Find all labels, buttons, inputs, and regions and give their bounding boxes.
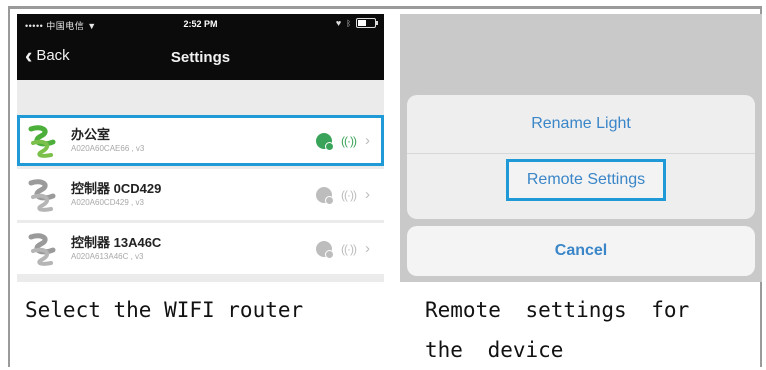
router-icon[interactable]: ((·)): [341, 134, 357, 148]
chevron-right-icon: ›: [365, 186, 370, 203]
device-text: 办公室 A020A60CAE66 , v3: [71, 127, 316, 155]
caption-remote-settings: Remote settings for the device: [425, 298, 690, 362]
device-name: 控制器 13A46C: [71, 234, 162, 250]
navigation-bar: ••••• 中国电信 ▼ 2:52 PM ♥ ᛒ ‹ Back Settings: [17, 14, 384, 80]
device-text: 控制器 13A46C A020A613A46C , v3: [71, 235, 316, 263]
battery-icon: [356, 18, 378, 28]
device-text: 控制器 0CD429 A020A60CD429 , v3: [71, 181, 316, 209]
device-mac: A020A613A46C , v3: [71, 251, 144, 261]
action-sheet-screen: Rename Light Remote Settings Cancel: [400, 14, 762, 282]
row-icons: ((·)) ›: [316, 132, 370, 151]
device-name: 办公室: [71, 126, 111, 142]
image-border-top: [8, 6, 762, 9]
chevron-right-icon: ›: [365, 132, 370, 149]
device-logo-icon: [28, 178, 56, 212]
remote-settings-button[interactable]: Remote Settings: [506, 159, 666, 201]
globe-icon[interactable]: [316, 186, 335, 205]
sheet-divider: [407, 153, 755, 154]
row-icons: ((·)) ›: [316, 240, 370, 259]
router-icon[interactable]: ((·)): [341, 242, 357, 256]
device-mac: A020A60CAE66 , v3: [71, 143, 145, 153]
page-title: Settings: [170, 49, 231, 66]
device-logo-icon: [28, 124, 56, 158]
globe-icon[interactable]: [316, 240, 335, 259]
device-logo-icon: [28, 232, 56, 266]
rename-light-button[interactable]: Rename Light: [407, 115, 755, 133]
bluetooth-icon: ᛒ: [346, 18, 351, 28]
image-border-left: [8, 6, 10, 367]
device-row-office[interactable]: 办公室 A020A60CAE66 , v3 ((·)) ›: [17, 115, 384, 166]
device-row-0cd429[interactable]: 控制器 0CD429 A020A60CD429 , v3 ((·)) ›: [17, 169, 384, 220]
device-row-13a46c[interactable]: 控制器 13A46C A020A613A46C , v3 ((·)) ›: [17, 223, 384, 274]
action-sheet: Rename Light Remote Settings: [407, 95, 755, 219]
router-icon[interactable]: ((·)): [341, 188, 357, 202]
status-time: 2:52 PM: [183, 19, 218, 29]
device-mac: A020A60CD429 , v3: [71, 197, 144, 207]
caption-select-router: Select the WIFI router: [25, 298, 304, 322]
row-icons: ((·)) ›: [316, 186, 370, 205]
device-name: 控制器 0CD429: [71, 180, 162, 196]
device-list: 办公室 A020A60CAE66 , v3 ((·)) › 控制器 0CD429…: [17, 115, 384, 277]
cancel-button[interactable]: Cancel: [407, 226, 755, 276]
heart-icon: ♥: [335, 18, 342, 28]
globe-icon[interactable]: [316, 132, 335, 151]
chevron-right-icon: ›: [365, 240, 370, 257]
device-list-screen: ••••• 中国电信 ▼ 2:52 PM ♥ ᛒ ‹ Back Settings…: [17, 14, 384, 282]
status-indicators: ♥ ᛒ: [335, 18, 378, 28]
